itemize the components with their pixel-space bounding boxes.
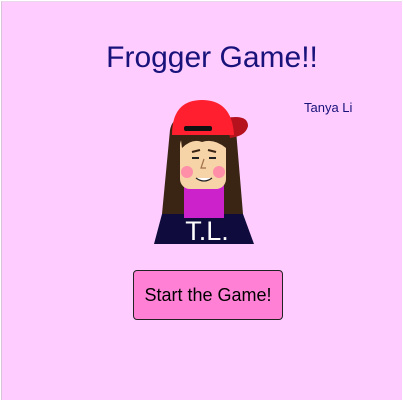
game-canvas[interactable]: T.L. Frogger Game!! Tanya Li Start the G… — [1, 1, 402, 400]
avatar-cheek-right — [213, 166, 225, 178]
game-title: Frogger Game!! — [106, 41, 318, 74]
avatar-shirt-initials: T.L. — [185, 216, 229, 246]
start-game-button[interactable]: Start the Game! — [133, 270, 283, 320]
avatar-cheek-left — [181, 166, 193, 178]
author-name: Tanya Li — [304, 100, 353, 115]
